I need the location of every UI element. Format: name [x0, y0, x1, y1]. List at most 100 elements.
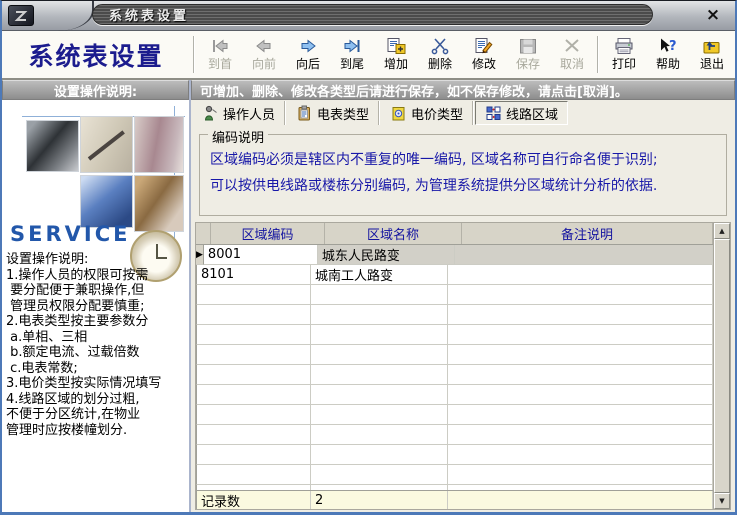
modify-record-button[interactable]: 修改 — [462, 31, 506, 78]
table-empty-row — [196, 345, 713, 365]
groupbox-line: 区域编码必须是辖区内不重复的唯一编码, 区域名称可自行命名便于识别; — [210, 147, 718, 173]
sidebar-body: SERVICE 设置操作说明:1.操作人员的权限可按需 要分配便于兼职操作,但 … — [2, 100, 189, 512]
close-button[interactable]: × — [701, 4, 725, 26]
modify-record-icon — [473, 37, 495, 55]
toolbar-button-label: 取消 — [560, 55, 584, 72]
help-icon: ? — [657, 37, 679, 55]
table-header-row: 区域编码 区域名称 备注说明 — [196, 223, 713, 245]
toolbar-separator — [193, 36, 195, 73]
table-vertical-scrollbar[interactable]: ▲ ▼ — [714, 222, 731, 510]
toolbar: 系统表设置 到首 向前 向后 到尾 增加 删除 修改 — [2, 31, 735, 80]
column-header-code[interactable]: 区域编码 — [211, 223, 325, 244]
toolbar-button-label: 到首 — [208, 55, 232, 72]
add-record-button[interactable]: 增加 — [374, 31, 418, 78]
table-empty-row — [196, 425, 713, 445]
table-row[interactable]: ▶ 8001 城东人民路变 — [196, 245, 713, 265]
toolbar-button-label: 向前 — [252, 55, 276, 72]
print-button[interactable]: 打印 — [602, 31, 646, 78]
toolbar-button-label: 向后 — [296, 55, 320, 72]
tab-meter-types[interactable]: 电表类型 — [287, 101, 379, 125]
photo-tool — [26, 120, 79, 172]
tab-label: 电表类型 — [317, 104, 369, 123]
cancel-icon — [561, 37, 583, 55]
photo-keyboard — [80, 175, 133, 228]
go-first-icon — [209, 37, 231, 55]
cell-name[interactable]: 城东人民路变 — [318, 245, 455, 265]
column-header-name[interactable]: 区域名称 — [325, 223, 462, 244]
toolbar-button-label: 退出 — [700, 55, 724, 72]
save-button[interactable]: 保存 — [506, 31, 550, 78]
cell-code[interactable]: 8001 — [204, 245, 318, 265]
cell-note[interactable] — [448, 265, 713, 285]
go-last-button[interactable]: 到尾 — [330, 31, 374, 78]
toolbar-button-label: 打印 — [612, 55, 636, 72]
instruction-line: 4.线路区域的划分过粗, — [6, 392, 189, 408]
delete-record-icon — [429, 37, 451, 55]
cell-name[interactable]: 城南工人路变 — [311, 265, 448, 285]
scrollbar-thumb[interactable] — [714, 239, 730, 493]
go-next-button[interactable]: 向后 — [286, 31, 330, 78]
tab-line-areas[interactable]: 线路区域 — [475, 101, 568, 125]
operator-icon — [202, 105, 218, 121]
cancel-button[interactable]: 取消 — [550, 31, 594, 78]
groupbox-line: 可以按供电线路或楼栋分别编码, 为管理系统提供分区域统计分析的依据. — [210, 173, 718, 199]
record-count-label: 记录数 — [197, 491, 311, 509]
instruction-line: 2.电表类型按主要参数分 — [6, 314, 189, 330]
table-empty-row — [196, 305, 713, 325]
page-title: 系统表设置 — [2, 31, 190, 78]
table-empty-row — [196, 385, 713, 405]
toolbar-button-label: 增加 — [384, 55, 408, 72]
go-next-icon — [297, 37, 319, 55]
footer-note-cell — [448, 491, 713, 509]
groupbox-title: 编码说明 — [208, 127, 268, 146]
tab-label: 电价类型 — [411, 104, 463, 123]
tab-operators[interactable]: 操作人员 — [193, 101, 285, 125]
go-previous-icon — [253, 37, 275, 55]
table-footer-row: 记录数 2 — [196, 490, 713, 509]
indicator-column-header — [196, 223, 211, 244]
toolbar-button-label: 保存 — [516, 55, 540, 72]
instruction-line: 管理时应按楼幢划分. — [6, 423, 189, 439]
table-empty-row — [196, 365, 713, 385]
sidebar-header: 设置操作说明: — [2, 80, 189, 100]
price-type-icon — [390, 105, 406, 121]
scroll-down-icon[interactable]: ▼ — [714, 493, 730, 509]
scroll-up-icon[interactable]: ▲ — [714, 223, 730, 239]
main-panel: 可增加、删除、修改各类型后请进行保存，如不保存修改，请点击[取消]。 操作人员 … — [191, 80, 735, 512]
toolbar-button-label: 修改 — [472, 55, 496, 72]
instruction-line: 管理员权限分配要慎重; — [6, 299, 189, 315]
save-icon — [517, 37, 539, 55]
meter-type-icon — [296, 105, 312, 121]
table-empty-row — [196, 465, 713, 485]
table-empty-row — [196, 285, 713, 305]
table-row[interactable]: 8101 城南工人路变 — [196, 265, 713, 285]
exit-button[interactable]: 退出 — [690, 31, 734, 78]
exit-icon — [701, 37, 723, 55]
go-last-icon — [341, 37, 363, 55]
delete-record-button[interactable]: 删除 — [418, 31, 462, 78]
column-header-note[interactable]: 备注说明 — [462, 223, 713, 244]
area-table: 区域编码 区域名称 备注说明 ▶ 8001 城东人民路变 — [195, 222, 714, 510]
help-button[interactable]: ? 帮助 — [646, 31, 690, 78]
instruction-line: 要分配便于兼职操作,但 — [6, 283, 189, 299]
photo-hardware — [134, 116, 184, 173]
instruction-line: b.额定电流、过载倍数 — [6, 345, 189, 361]
cell-code[interactable]: 8101 — [197, 265, 311, 285]
toolbar-button-label: 删除 — [428, 55, 452, 72]
instruction-line: 设置操作说明: — [6, 252, 189, 268]
go-previous-button[interactable]: 向前 — [242, 31, 286, 78]
go-first-button[interactable]: 到首 — [198, 31, 242, 78]
toolbar-button-label: 到尾 — [340, 55, 364, 72]
table-rows: ▶ 8001 城东人民路变 8101 城南工人路变 — [196, 245, 713, 490]
app-logo-icon — [8, 5, 34, 26]
sidebar: 设置操作说明: SERVICE 设置操作说明:1.操作人员的权限可按需 要分配便… — [2, 80, 191, 512]
svg-text:?: ? — [669, 39, 677, 54]
title-bar: 系统表设置 × — [2, 1, 735, 31]
instructions-block: 设置操作说明:1.操作人员的权限可按需 要分配便于兼职操作,但 管理员权限分配要… — [6, 252, 189, 438]
tab-label: 线路区域 — [506, 104, 558, 123]
cell-note[interactable] — [455, 245, 713, 265]
record-count-value: 2 — [311, 491, 448, 509]
tab-bar: 操作人员 电表类型 电价类型 线路区域 — [191, 100, 735, 126]
service-text: SERVICE — [10, 222, 130, 246]
tab-price-types[interactable]: 电价类型 — [381, 101, 473, 125]
